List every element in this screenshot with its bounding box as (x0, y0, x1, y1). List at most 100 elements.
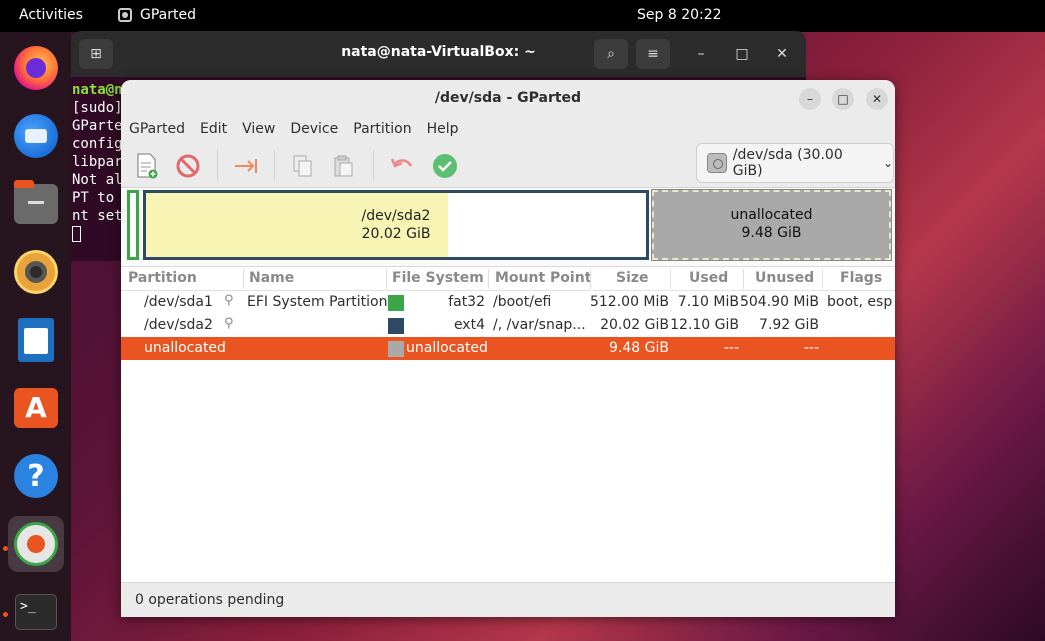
toolbar: /dev/sda (30.00 GiB) ⌄ (121, 142, 895, 188)
close-button[interactable]: ✕ (772, 44, 792, 64)
column-divider (386, 269, 387, 289)
column-divider (670, 269, 671, 289)
partition-table: Partition Name File System Mount Point S… (121, 266, 895, 582)
cell-unused: 7.92 GiB (759, 317, 819, 333)
undo-button[interactable] (389, 153, 415, 179)
dock-item-help[interactable]: ? (8, 448, 64, 504)
resize-arrow-icon (235, 159, 257, 173)
column-divider (243, 269, 244, 289)
column-divider (488, 269, 489, 289)
minimize-button[interactable]: – (799, 88, 821, 110)
clock[interactable]: Sep 8 20:22 (637, 7, 722, 23)
gparted-window: /dev/sda - GParted – □ ✕ GParted Edit Vi… (121, 80, 895, 617)
table-row[interactable]: /dev/sda2 ⚲ ext4 /, /var/snap... 20.02 G… (121, 314, 895, 337)
partition-block-sda1[interactable] (127, 190, 139, 260)
cell-size: 9.48 GiB (609, 340, 669, 356)
column-used[interactable]: Used (689, 270, 728, 286)
cell-partition: /dev/sda1 (144, 294, 213, 310)
menu-device[interactable]: Device (290, 118, 338, 142)
copy-icon (293, 155, 312, 177)
close-button[interactable]: ✕ (866, 88, 888, 110)
rhythmbox-icon (14, 250, 58, 294)
cell-name: EFI System Partition (247, 294, 388, 310)
cell-mount-point: /, /var/snap... (493, 317, 586, 333)
partition-block-sda2[interactable]: /dev/sda2 20.02 GiB (143, 190, 649, 260)
partition-block-size: 9.48 GiB (741, 225, 802, 241)
chevron-down-icon: ⌄ (882, 156, 893, 170)
cell-used: 12.10 GiB (670, 317, 739, 333)
search-button[interactable]: ⌕ (594, 39, 628, 69)
dock-item-app-center[interactable]: A (8, 380, 64, 436)
thunderbird-icon (14, 114, 58, 158)
app-menu[interactable]: GParted (118, 7, 196, 23)
column-name[interactable]: Name (249, 270, 294, 286)
copy-button[interactable] (290, 153, 316, 179)
partition-block-unallocated[interactable]: unallocated 9.48 GiB (651, 189, 892, 261)
toolbar-separator (217, 150, 218, 180)
dock-item-files[interactable] (8, 176, 64, 232)
partition-block-label: unallocated 9.48 GiB (654, 206, 889, 242)
paste-button[interactable] (331, 153, 357, 179)
menu-help[interactable]: Help (427, 118, 459, 142)
activities-button[interactable]: Activities (19, 7, 83, 23)
minimize-icon: – (807, 92, 813, 106)
cell-file-system: ext4 (453, 317, 485, 333)
dock-item-firefox[interactable] (8, 40, 64, 96)
dock-item-terminal[interactable]: >_ (8, 584, 64, 640)
cell-size: 20.02 GiB (600, 317, 669, 333)
minimize-icon: – (697, 46, 705, 62)
resize-move-button[interactable] (233, 153, 259, 179)
apply-checkmark-icon (433, 154, 457, 178)
cell-mount-point: /boot/efi (493, 294, 552, 310)
dock-item-thunderbird[interactable] (8, 108, 64, 164)
column-partition[interactable]: Partition (128, 270, 197, 286)
column-mount-point[interactable]: Mount Point (495, 270, 591, 286)
menu-bar: GParted Edit View Device Partition Help (121, 118, 895, 142)
table-row[interactable]: /dev/sda1 ⚲ EFI System Partition fat32 /… (121, 291, 895, 314)
fs-color-swatch (388, 295, 404, 311)
gparted-app-icon (118, 8, 132, 22)
close-icon: ✕ (776, 46, 788, 62)
column-unused[interactable]: Unused (755, 270, 814, 286)
partition-map: /dev/sda2 20.02 GiB unallocated 9.48 GiB (121, 188, 895, 264)
partition-block-name: /dev/sda2 (361, 208, 431, 224)
window-title: /dev/sda - GParted (434, 90, 582, 106)
menu-gparted[interactable]: GParted (129, 118, 185, 142)
fs-color-swatch (388, 341, 404, 357)
hard-disk-icon (707, 153, 727, 173)
menu-button[interactable]: ≡ (636, 39, 670, 69)
menu-view[interactable]: View (242, 118, 275, 142)
new-partition-button[interactable] (134, 153, 160, 179)
dock-item-gparted[interactable] (8, 516, 64, 572)
dock-item-rhythmbox[interactable] (8, 244, 64, 300)
key-icon: ⚲ (224, 293, 234, 308)
dock-item-writer[interactable] (8, 312, 64, 368)
menu-partition[interactable]: Partition (353, 118, 411, 142)
device-selector[interactable]: /dev/sda (30.00 GiB) ⌄ (696, 143, 894, 183)
table-row-selected[interactable]: unallocated unallocated 9.48 GiB --- --- (121, 337, 895, 360)
delete-partition-button[interactable] (175, 153, 201, 179)
cell-partition: /dev/sda2 (144, 317, 213, 333)
maximize-icon: □ (735, 46, 749, 62)
maximize-button[interactable]: □ (832, 88, 854, 110)
terminal-cursor (72, 226, 81, 242)
menu-edit[interactable]: Edit (200, 118, 227, 142)
column-file-system[interactable]: File System (392, 270, 484, 286)
key-icon: ⚲ (224, 316, 234, 331)
column-size[interactable]: Size (616, 270, 649, 286)
minimize-button[interactable]: – (691, 44, 711, 64)
new-partition-icon (137, 153, 158, 179)
gparted-titlebar: /dev/sda - GParted – □ ✕ (121, 80, 895, 118)
cell-used: 7.10 MiB (677, 294, 739, 310)
help-icon: ? (14, 454, 58, 498)
app-menu-label: GParted (140, 7, 196, 23)
gparted-icon (14, 522, 58, 566)
cell-flags: boot, esp (827, 294, 893, 310)
maximize-button[interactable]: □ (732, 44, 752, 64)
terminal-icon: >_ (15, 594, 57, 630)
toolbar-separator (274, 150, 275, 180)
column-flags[interactable]: Flags (840, 270, 882, 286)
firefox-icon (14, 46, 58, 90)
apply-button[interactable] (432, 153, 458, 179)
operations-pending-status: 0 operations pending (135, 592, 285, 608)
